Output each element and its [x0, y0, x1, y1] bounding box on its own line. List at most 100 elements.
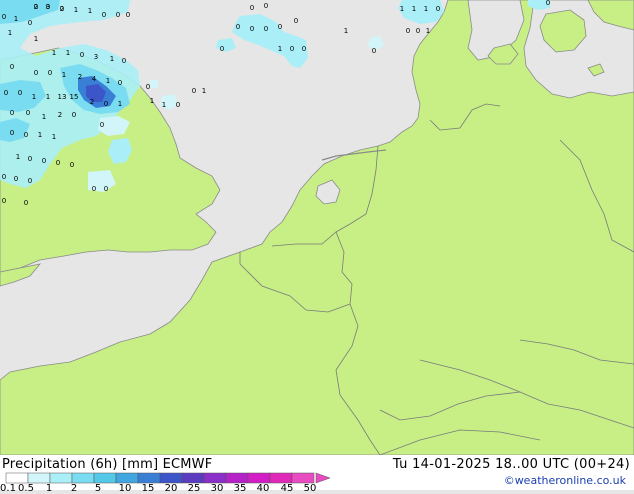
precip-value-label: 0	[56, 159, 60, 167]
precip-value-label: 0	[372, 47, 376, 55]
precip-value-label: 1	[106, 77, 110, 85]
precip-value-label: 0	[24, 131, 28, 139]
precip-value-label: 0	[250, 4, 254, 12]
legend-color-swatch	[269, 472, 293, 484]
precip-value-label: 0	[4, 89, 8, 97]
precip-value-label: 0	[34, 3, 38, 11]
precip-value-label: 1	[426, 27, 430, 35]
weather-map: 2321100010000000010011110001011110310000…	[0, 0, 634, 455]
precip-value-label: 1	[110, 55, 114, 63]
precip-value-label: 0	[176, 101, 180, 109]
legend-tick-label: 35	[233, 483, 247, 494]
precip-value-label: 1	[62, 71, 66, 79]
legend-color-swatch	[115, 472, 139, 484]
legend-color-swatch	[159, 472, 183, 484]
precip-value-label: 1	[52, 133, 56, 141]
legend-tick-label: 1	[45, 483, 53, 494]
precip-value-label: 1	[412, 5, 416, 13]
precip-value-label: 0	[18, 89, 22, 97]
precip-value-label: 0	[146, 83, 150, 91]
precip-value-label: 0	[104, 185, 108, 193]
map-title: Precipitation (6h) [mm] ECMWF	[2, 457, 213, 472]
precip-value-label: 0	[302, 45, 306, 53]
precip-value-label: 1	[16, 153, 20, 161]
legend-color-swatch	[71, 472, 95, 484]
legend-tick-label: 0.5	[18, 483, 34, 494]
precip-value-label: 0	[102, 11, 106, 19]
precip-value-label: 1	[38, 131, 42, 139]
precip-value-label: 0	[278, 23, 282, 31]
precip-value-label: 0	[42, 157, 46, 165]
precip-value-label: 1	[424, 5, 428, 13]
precip-value-label: 0	[70, 161, 74, 169]
precip-value-label: 0	[122, 57, 126, 65]
precip-value-label: 0	[28, 19, 32, 27]
map-canvas: 2 3 2 1 1 0 00 1 000 00 0 00 1 0 011 1 1 00 0 10111 1 0 3 1 000 0…	[0, 0, 634, 455]
legend-tick-label: 25	[187, 483, 201, 494]
precip-value-label: 0	[116, 11, 120, 19]
precip-value-label: 1	[400, 5, 404, 13]
legend-arrow-icon	[315, 472, 331, 484]
precip-value-label: 1	[278, 45, 282, 53]
legend-color-swatch	[5, 472, 29, 484]
precip-value-label: 0	[126, 11, 130, 19]
precip-value-label: 3	[94, 53, 98, 61]
precip-value-label: 1	[202, 87, 206, 95]
precip-value-label: 15	[70, 93, 79, 101]
legend-tick-label: 5	[94, 483, 102, 494]
legend-tick-label: 2	[70, 483, 78, 494]
precip-value-label: 1	[46, 93, 50, 101]
precip-value-label: 1	[150, 97, 154, 105]
legend-color-swatch	[203, 472, 227, 484]
precip-value-label: 1	[8, 29, 12, 37]
valid-time: Tu 14-01-2025 18..00 UTC (00+24)	[392, 457, 630, 472]
precip-value-label: 0	[264, 2, 268, 10]
legend-tick-label: 15	[141, 483, 155, 494]
precip-value-label: 1	[118, 100, 122, 108]
precip-value-label: 1	[162, 101, 166, 109]
legend-color-swatch	[247, 472, 271, 484]
precip-value-label: 0	[192, 87, 196, 95]
precip-value-label: 1	[42, 113, 46, 121]
precip-value-label: 0	[104, 100, 108, 108]
precip-value-label: 0	[10, 129, 14, 137]
precip-value-label: 0	[92, 185, 96, 193]
legend-color-swatch	[93, 472, 117, 484]
precip-value-label: 2	[90, 98, 94, 106]
legend-tick-label: 40	[256, 483, 270, 494]
precip-value-label: 0	[236, 23, 240, 31]
credit-link[interactable]: ©weatheronline.co.uk	[504, 474, 626, 487]
legend-color-swatch	[291, 472, 315, 484]
precip-value-label: 0	[436, 5, 440, 13]
precip-value-label: 0	[14, 175, 18, 183]
legend-color-swatch	[225, 472, 249, 484]
legend-tick-label: 30	[210, 483, 224, 494]
precip-value-label: 1	[34, 35, 38, 43]
precip-value-label: 0	[26, 109, 30, 117]
precip-value-label: 0	[60, 5, 64, 13]
precip-value-label: 0	[72, 111, 76, 119]
legend-tick-label: 10	[118, 483, 132, 494]
precip-value-label: 0	[2, 197, 6, 205]
precip-value-label: 0	[46, 3, 50, 11]
precip-value-label: 1	[66, 49, 70, 57]
precip-value-label: 0	[264, 25, 268, 33]
precip-value-label: 0	[48, 69, 52, 77]
precip-value-label: 0	[100, 121, 104, 129]
legend-tick-label: 45	[280, 483, 294, 494]
precip-value-label: 0	[2, 13, 6, 21]
precip-value-label: 13	[58, 93, 67, 101]
precip-value-label: 0	[80, 51, 84, 59]
legend-color-swatch	[27, 472, 51, 484]
precip-value-label: 2	[58, 111, 62, 119]
precip-value-label: 1	[344, 27, 348, 35]
precip-value-label: 0	[24, 199, 28, 207]
precip-value-label: 0	[10, 109, 14, 117]
precip-value-label: 0	[28, 177, 32, 185]
precip-value-label: 0	[10, 63, 14, 71]
precip-value-label: 0	[118, 79, 122, 87]
precip-value-label: 0	[290, 45, 294, 53]
legend-color-swatch	[181, 472, 205, 484]
precip-value-label: 0	[34, 69, 38, 77]
precip-value-label: 1	[14, 15, 18, 23]
